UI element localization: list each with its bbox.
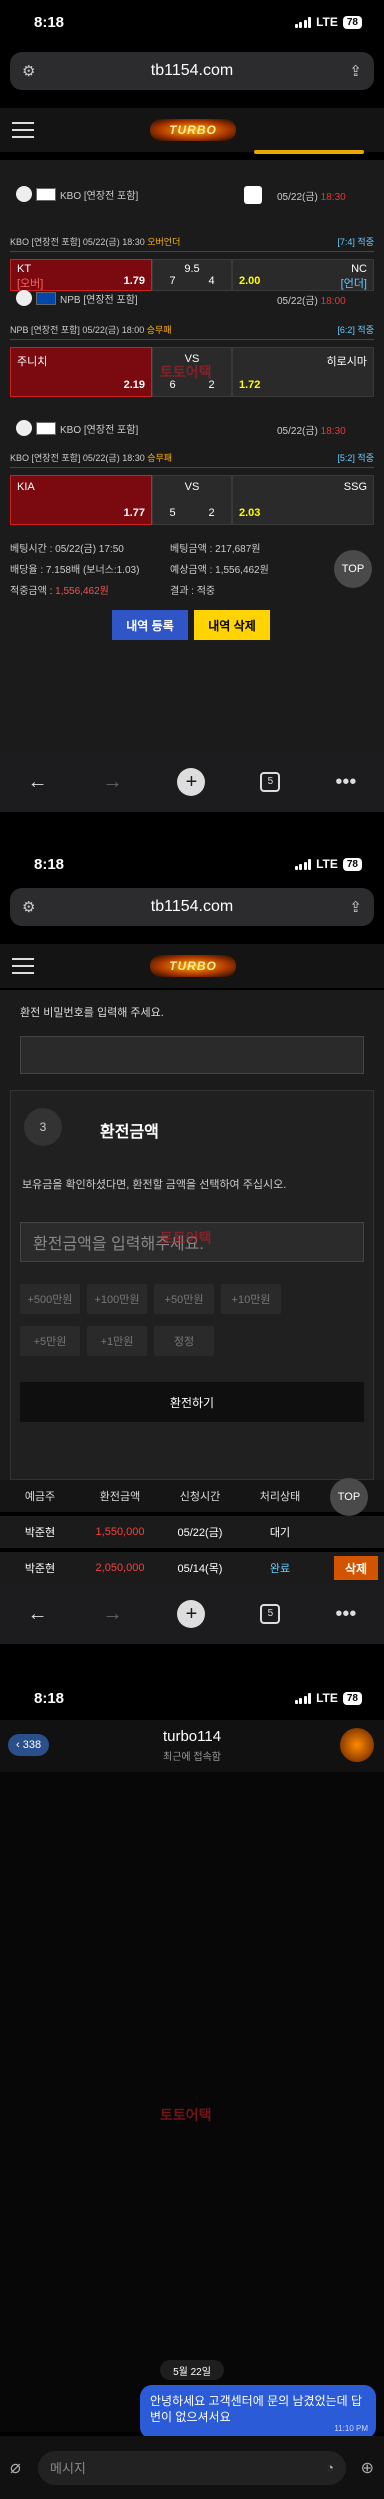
header-accent [254,150,364,154]
avatar[interactable] [340,1728,374,1762]
site-header: TURBO [0,108,384,154]
section-desc: 보유금을 확인하셨다면, 환전할 금액을 선택하여 주십시오. [22,1179,287,1191]
tabs-icon[interactable]: 5 [260,1604,281,1624]
more-icon[interactable]: ••• [335,1603,356,1626]
league-flag-icon [36,291,56,305]
game-datetime: 05/22(금) 18:30 [277,192,346,203]
message-text: 안녕하세요 고객센터에 문의 남겼었는데 답변이 없으셔서요 [150,2394,363,2424]
bet-info-row: KBO [연장전 포함] 05/22(금) 18:30 승무패 [5:2] 적중 [10,448,374,468]
signal-icon [294,16,312,28]
pw-prompt: 환전 비밀번호를 입력해 주세요. [20,1007,164,1019]
battery-icon: 78 [342,1691,362,1705]
bet-summary: 베팅시간 : 05/22(금) 17:50 베팅금액 : 217,687원 배당… [10,544,269,597]
select-checkbox[interactable] [244,186,262,204]
battery-icon: 78 [342,15,362,29]
status-time: 8:18 [34,13,65,31]
message-input[interactable]: 메시지 ◔ [38,2450,346,2485]
baseball-icon [16,186,32,202]
battery-icon: 78 [342,857,362,871]
register-history-button[interactable]: 내역 등록 [112,610,188,640]
sticker-icon[interactable]: ◔ [326,2460,334,2475]
table-row: 박준현 1,550,000 05/22(금) 대기 [0,1516,384,1548]
chat-header: ‹ 338 turbo114 최근에 접속함 [0,1720,384,1772]
forward-icon[interactable]: → [102,771,122,794]
site-header: TURBO [0,944,384,988]
attach-icon[interactable]: ⌀ [10,2457,38,2478]
delete-history-button[interactable]: 내역 삭제 [194,610,270,640]
watermark: 토토어택 [160,364,212,380]
site-logo[interactable]: TURBO [150,119,236,141]
table-row: 박준현 2,050,000 05/14(목) 완료 삭제 [0,1552,384,1584]
add-amount-button[interactable]: +10만원 [221,1284,281,1314]
menu-icon[interactable] [12,122,34,143]
baseball-icon [16,420,32,436]
site-logo[interactable]: TURBO [150,955,236,977]
delete-row-button[interactable]: 삭제 [334,1556,378,1580]
add-amount-button[interactable]: +500만원 [20,1284,80,1314]
exchange-password-input[interactable] [20,1036,364,1074]
add-amount-button[interactable]: +100만원 [87,1284,147,1314]
site-settings-icon[interactable]: ⚙ [22,898,35,916]
bet-info-row: NPB [연장전 포함] 05/22(금) 18:00 승무패 [6:2] 적중 [10,320,374,340]
menu-icon[interactable] [12,958,34,979]
new-tab-icon[interactable]: + [177,1600,206,1628]
more-icon[interactable]: ••• [335,771,356,794]
status-bar: 8:18 LTE 78 [0,842,384,886]
message-time: 11:10 PM [334,2424,368,2433]
scroll-top-button[interactable]: TOP [334,550,372,588]
back-icon[interactable]: ← [27,1603,47,1626]
add-amount-button[interactable]: +50만원 [154,1284,214,1314]
status-bar: 8:18 LTE 78 [0,0,384,44]
url-text: tb1154.com [150,62,234,79]
mic-icon[interactable]: ⊕ [346,2458,374,2478]
scroll-top-button[interactable]: TOP [330,1478,368,1516]
exchange-table-header: 예금주 환전금액 신청시간 처리상태 [0,1480,384,1512]
message-bubble[interactable]: 안녕하세요 고객센터에 문의 남겼었는데 답변이 없으셔서요 11:10 PM [140,2385,376,2439]
chip-row: +500만원 +100만원 +50만원 +10만원 [20,1284,281,1314]
game-header: KBO [연장전 포함] [16,420,138,436]
add-amount-button[interactable]: +5만원 [20,1326,80,1356]
signal-icon [294,858,312,870]
date-divider: 5월 22일 [160,2360,224,2380]
address-bar[interactable]: ⚙ tb1154.com ⇪ [10,52,374,90]
forward-icon[interactable]: → [102,1603,122,1626]
section-title: 환전금액 [100,1124,159,1141]
league-flag-icon [36,421,56,435]
game-header: KBO [연장전 포함] [16,186,138,202]
bet-info-row: KBO [연장전 포함] 05/22(금) 18:30 오버언더 [7:4] 적… [10,232,374,252]
baseball-icon [16,290,32,306]
message-input-bar: ⌀ 메시지 ◔ ⊕ [0,2436,384,2499]
tabs-icon[interactable]: 5 [260,772,281,792]
add-amount-button[interactable]: +1만원 [87,1326,147,1356]
bet-odds-row: KT [오버] 1.79 9.5 74 NC 2.00 [언더] [10,259,374,291]
chip-row: +5만원 +1만원 정정 [20,1326,214,1356]
share-icon[interactable]: ⇪ [349,898,362,916]
game-datetime: 05/22(금) 18:30 [277,426,346,437]
address-bar[interactable]: ⚙ tb1154.com ⇪ [10,888,374,926]
league-flag-icon [36,187,56,201]
back-icon[interactable]: ← [27,771,47,794]
chat-subtitle: 최근에 접속함 [163,1752,221,1763]
site-settings-icon[interactable]: ⚙ [22,62,35,80]
browser-toolbar: ← → + 5 ••• [0,1584,384,1644]
watermark: 토토어택 [160,2107,212,2123]
watermark: 토토어택 [160,1230,212,1246]
chat-background [0,1772,384,2432]
browser-toolbar: ← → + 5 ••• [0,752,384,812]
step-badge: 3 [24,1108,62,1146]
game-header: NPB [연장전 포함] [16,290,138,306]
exchange-submit-button[interactable]: 환전하기 [20,1382,364,1422]
status-bar: 8:18 LTE 78 [0,1676,384,1720]
chat-name: turbo114 [162,1728,222,1745]
bet-odds-row: KIA 1.77 VS 52 SSG 2.03 [10,475,374,525]
game-datetime: 05/22(금) 18:00 [277,296,346,307]
signal-icon [294,1692,312,1704]
network-label: LTE [316,15,338,29]
reset-button[interactable]: 정정 [154,1326,214,1356]
new-tab-icon[interactable]: + [177,768,206,796]
share-icon[interactable]: ⇪ [349,62,362,80]
